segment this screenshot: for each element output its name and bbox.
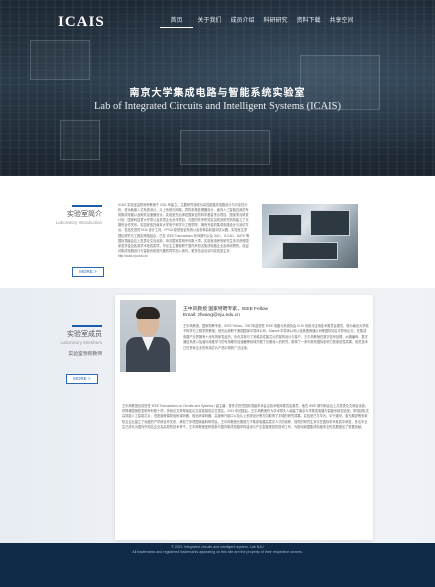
circuit-board-graphic <box>180 130 270 165</box>
intro-more-button[interactable]: MORE > <box>72 267 104 277</box>
intro-heading-en: Laboratory Introduction <box>55 220 102 225</box>
members-more-button[interactable]: MORE > <box>66 374 98 384</box>
nav-item-shared-space[interactable]: 共享空间 <box>325 15 358 28</box>
intro-heading-cn: 实验室简介 <box>67 211 102 218</box>
section-accent-bar <box>72 325 102 327</box>
hero-title: 南京大学集成电路与智能系统实验室 <box>129 88 306 99</box>
faculty-link[interactable]: 实验室领衔教师 <box>40 350 102 357</box>
footer-copyright: © 2021 Integrated circuits and intellige… <box>171 545 264 549</box>
hero-subtitle: Lab of Integrated Circuits and Intellige… <box>94 101 341 112</box>
director-bio-intro: 王中风教授，国家特聘专家，IEEE Fellow。2007年起担任 IEEE 电… <box>183 324 369 350</box>
director-name: 王中风教授 国家特聘专家，IEEE Fellow <box>183 307 269 312</box>
main-nav: 首页 关于我们 成员介绍 科研研究 资料下载 共享空间 <box>160 15 358 28</box>
lab-equipment-image <box>262 204 358 268</box>
members-heading: 实验室成员 Laboratory Members <box>40 329 102 345</box>
site-logo[interactable]: ICAIS <box>58 14 105 31</box>
section-accent-bar <box>72 205 102 207</box>
intro-heading: 实验室简介 Laboratory Introduction <box>40 209 102 225</box>
nav-item-research[interactable]: 科研研究 <box>259 15 292 28</box>
director-email[interactable]: Email: zfwang@nju.edu.cn <box>183 313 240 318</box>
nav-item-about[interactable]: 关于我们 <box>193 15 226 28</box>
director-photo <box>120 300 176 372</box>
nav-item-downloads[interactable]: 资料下载 <box>292 15 325 28</box>
director-bio-detail: 王中风教授目前担任 IEEE Transactions on Circuits … <box>122 404 370 429</box>
circuit-board-graphic <box>60 120 100 160</box>
nav-item-members[interactable]: 成员介绍 <box>226 15 259 28</box>
members-heading-en: Laboratory Members <box>60 340 102 345</box>
nav-item-home[interactable]: 首页 <box>160 15 193 28</box>
circuit-board-graphic <box>30 40 90 80</box>
intro-paragraph: ICAIS 实验室由陈睿轩教授于 2011 年建立。主要研究领域为高性能集成电路… <box>118 203 250 258</box>
footer-trademark-notice: All trademarks and registered trademarks… <box>132 550 303 554</box>
members-heading-cn: 实验室成员 <box>67 331 102 338</box>
